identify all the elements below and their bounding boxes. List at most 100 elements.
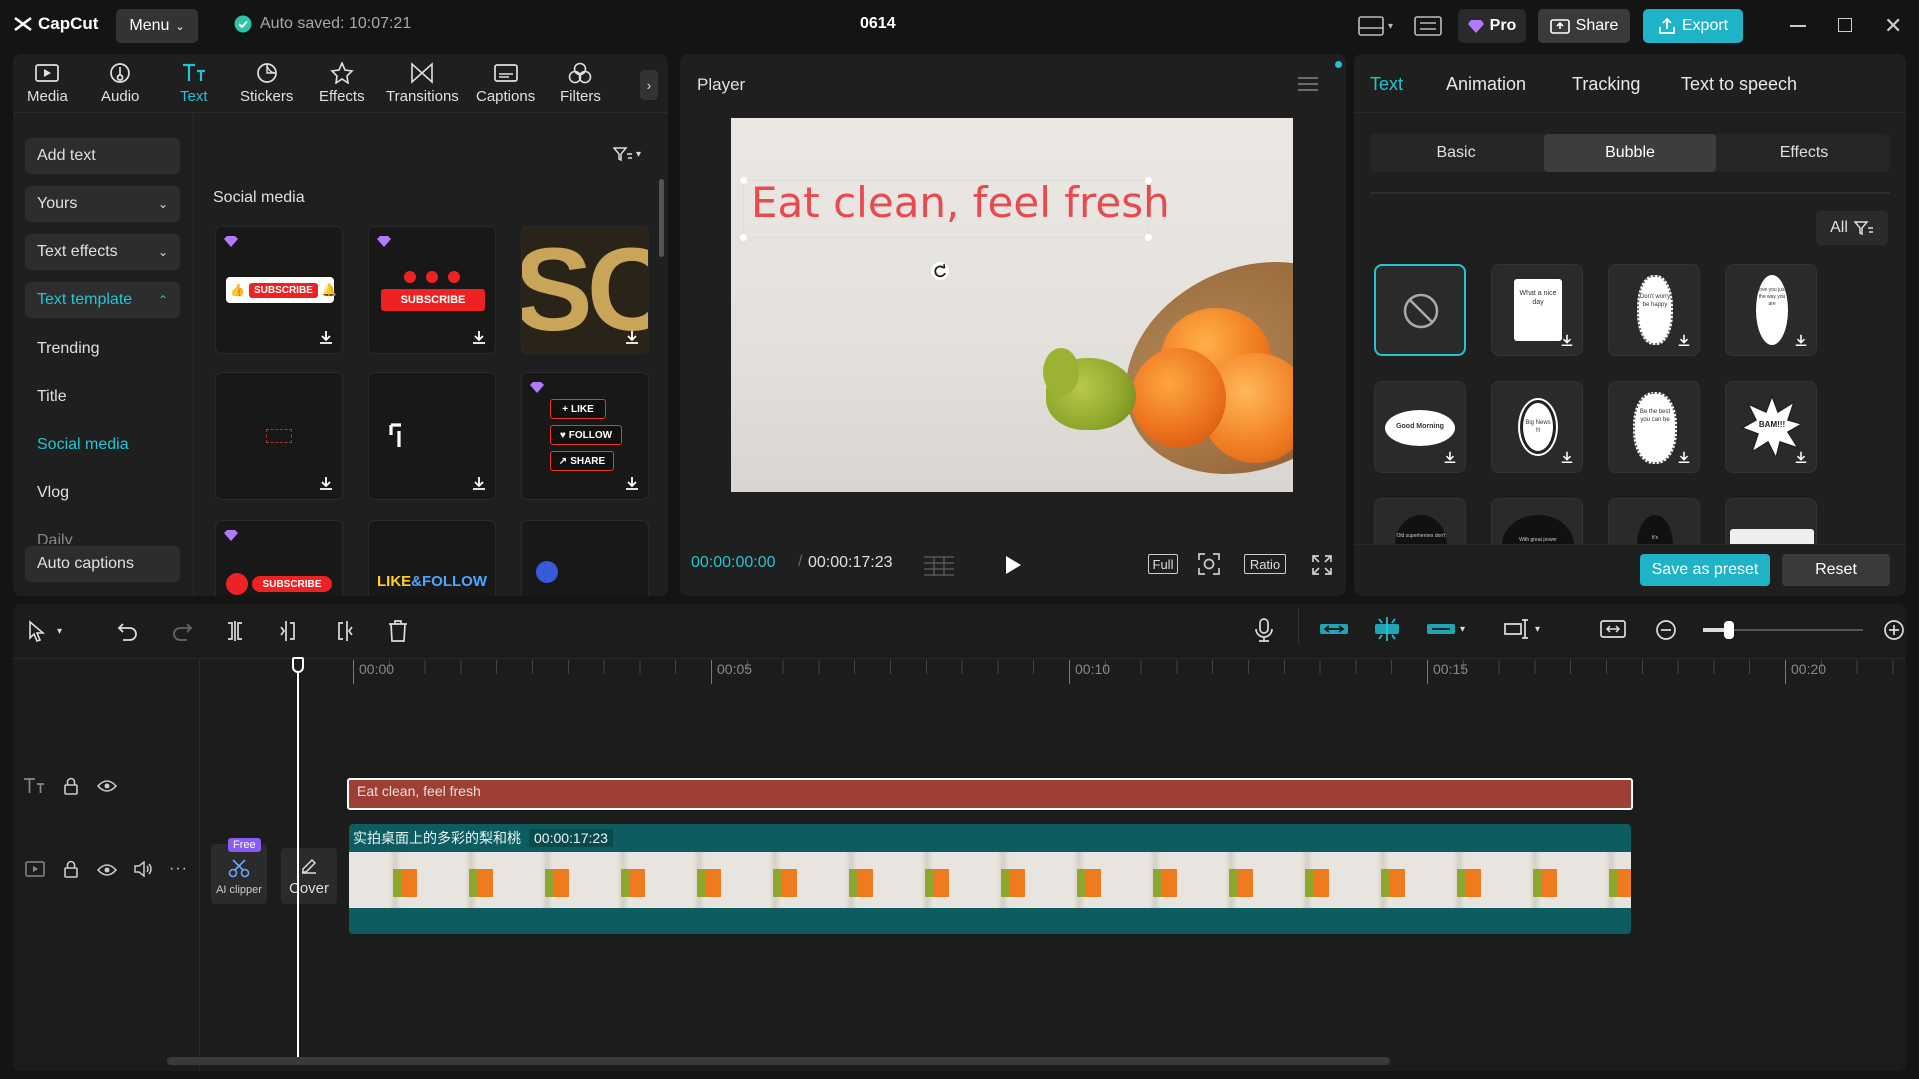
zoom-slider-thumb[interactable]	[1724, 621, 1734, 639]
tab-media[interactable]: Media	[27, 62, 68, 105]
tab-tracking[interactable]: Tracking	[1572, 74, 1640, 95]
lock-track-button[interactable]	[63, 777, 79, 795]
layout-switcher[interactable]: ▾	[1358, 16, 1393, 36]
bubble-option[interactable]: What a nice day	[1491, 264, 1583, 356]
resize-handle[interactable]	[740, 177, 747, 184]
bubble-none[interactable]	[1374, 264, 1466, 356]
zoom-fit-button[interactable]	[1197, 552, 1221, 576]
pro-button[interactable]: Pro	[1458, 9, 1526, 43]
split-button[interactable]	[224, 620, 246, 642]
tab-captions[interactable]: Captions	[476, 62, 535, 105]
auto-captions-button[interactable]: Auto captions	[25, 546, 180, 582]
resize-handle[interactable]	[740, 234, 747, 241]
sidebar-item-title[interactable]: Title	[37, 388, 67, 406]
maximize-icon[interactable]	[1838, 18, 1852, 32]
scrollbar-thumb[interactable]	[659, 179, 664, 257]
bubble-option[interactable]: It's	[1608, 498, 1700, 544]
scroll-tabs-right-button[interactable]: ›	[640, 70, 658, 100]
lock-track-button[interactable]	[63, 860, 79, 878]
tab-text-to-speech[interactable]: Text to speech	[1681, 74, 1797, 95]
save-as-preset-button[interactable]: Save as preset	[1640, 554, 1770, 586]
bubble-option[interactable]: Be the best you can be	[1608, 381, 1700, 473]
sidebar-item-daily[interactable]: Daily	[37, 532, 73, 544]
share-button[interactable]: Share	[1538, 9, 1630, 43]
bubble-option[interactable]: Old superheroes don't	[1374, 498, 1466, 544]
zoom-in-button[interactable]	[1883, 619, 1905, 641]
sidebar-item-trending[interactable]: Trending	[37, 340, 100, 358]
tab-effects[interactable]: Effects	[319, 62, 365, 105]
project-title[interactable]: 0614	[860, 15, 905, 33]
player-menu-button[interactable]	[1297, 76, 1319, 92]
subtab-basic[interactable]: Basic	[1370, 134, 1542, 172]
bubble-filter-button[interactable]: All	[1816, 211, 1888, 245]
subtab-bubble[interactable]: Bubble	[1544, 134, 1716, 172]
video-preview[interactable]: Eat clean, feel fresh	[731, 118, 1293, 492]
toggle-visibility-button[interactable]	[97, 863, 117, 877]
bubble-option[interactable]	[1725, 498, 1817, 544]
cover-button[interactable]: Cover	[281, 848, 337, 904]
template-card[interactable]: 👍 SUBSCRIBE 🔔	[215, 226, 343, 354]
template-card[interactable]	[521, 520, 649, 596]
record-voice-button[interactable]	[1254, 618, 1274, 642]
text-overlay[interactable]: Eat clean, feel fresh	[751, 178, 1170, 227]
fullscreen-button[interactable]	[1311, 554, 1333, 576]
tab-transitions[interactable]: Transitions	[386, 62, 459, 105]
grid-toggle[interactable]	[923, 555, 955, 577]
fit-timeline-button[interactable]	[1599, 618, 1627, 640]
template-card[interactable]: SUBSCRIBE	[368, 226, 496, 354]
tab-text[interactable]: Text	[180, 62, 208, 105]
reset-button[interactable]: Reset	[1782, 554, 1890, 586]
zoom-out-button[interactable]	[1655, 619, 1677, 641]
menu-button[interactable]: Menu ⌄	[116, 9, 198, 43]
filter-button[interactable]: ▾	[613, 146, 641, 162]
sidebar-item-text-effects[interactable]: Text effects ⌄	[25, 234, 180, 270]
playhead-line[interactable]	[297, 660, 299, 1064]
template-card[interactable]	[368, 372, 496, 500]
play-button[interactable]	[1004, 555, 1022, 575]
close-icon[interactable]: ✕	[1884, 13, 1902, 39]
resize-handle[interactable]	[1145, 234, 1152, 241]
redo-button[interactable]	[171, 620, 193, 642]
delete-left-button[interactable]	[278, 620, 300, 642]
tab-text[interactable]: Text	[1370, 74, 1403, 95]
bubble-option[interactable]: Good Morning	[1374, 381, 1466, 473]
sidebar-item-vlog[interactable]: Vlog	[37, 484, 69, 502]
minimize-icon[interactable]	[1790, 25, 1806, 27]
shortcuts-button[interactable]	[1414, 16, 1442, 36]
ratio-button[interactable]: Ratio	[1244, 554, 1286, 574]
sidebar-item-text-template[interactable]: Text template ⌃	[25, 282, 180, 318]
toggle-visibility-button[interactable]	[97, 779, 117, 793]
sidebar-item-social-media[interactable]: Social media	[37, 436, 129, 454]
ai-clipper-button[interactable]: Free AI clipper	[211, 838, 267, 904]
subtab-effects[interactable]: Effects	[1718, 134, 1890, 172]
tab-audio[interactable]: Audio	[101, 62, 139, 105]
rotate-handle[interactable]	[931, 262, 949, 280]
bubble-option[interactable]: BAM!!!	[1725, 381, 1817, 473]
tab-stickers[interactable]: Stickers	[240, 62, 293, 105]
insert-mode-toggle[interactable]: ▾	[1503, 618, 1540, 640]
delete-button[interactable]	[387, 620, 409, 642]
delete-right-button[interactable]	[333, 620, 355, 642]
bubble-option[interactable]: With great power	[1491, 498, 1583, 544]
template-card[interactable]: + LIKE ♥ FOLLOW ↗ SHARE	[521, 372, 649, 500]
sidebar-item-yours[interactable]: Yours ⌄	[25, 186, 180, 222]
full-quality-button[interactable]: Full	[1148, 554, 1178, 574]
export-button[interactable]: Export	[1643, 9, 1743, 43]
undo-button[interactable]	[117, 620, 139, 642]
template-card[interactable]: SUBSCRIBE	[215, 520, 343, 596]
mute-track-button[interactable]	[133, 861, 153, 877]
bubble-option[interactable]: Don't worry be happy	[1608, 264, 1700, 356]
auto-snap-toggle[interactable]	[1373, 616, 1401, 642]
playhead-handle[interactable]	[292, 657, 304, 673]
bubble-option[interactable]: love you just the way you are	[1725, 264, 1817, 356]
link-clips-toggle[interactable]	[1319, 618, 1349, 640]
preview-axis-toggle[interactable]: ▾	[1426, 618, 1465, 640]
video-clip[interactable]: 实拍桌面上的多彩的梨和桃 00:00:17:23	[349, 824, 1631, 934]
timeline-scrollbar[interactable]	[167, 1057, 1390, 1065]
bubble-option[interactable]: Big News !!!	[1491, 381, 1583, 473]
more-options-icon[interactable]: ···	[169, 860, 188, 878]
select-tool[interactable]: ▾	[27, 620, 62, 642]
tab-animation[interactable]: Animation	[1446, 74, 1526, 95]
template-card[interactable]: LIKE &FOLLOW	[368, 520, 496, 596]
text-clip[interactable]: Eat clean, feel fresh	[347, 778, 1633, 810]
